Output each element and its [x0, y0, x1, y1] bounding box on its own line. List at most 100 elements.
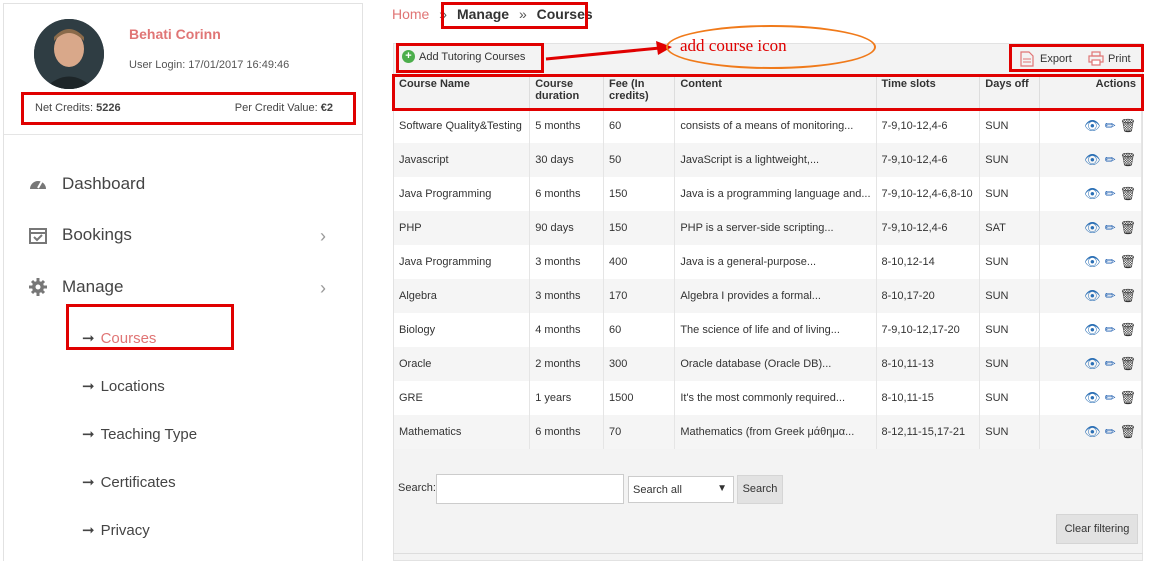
courses-table: Course Name Course duration Fee (In cred…	[394, 76, 1142, 449]
sub-item-locations[interactable]: ➞ Locations	[82, 377, 165, 395]
net-credits: Net Credits: 5226	[35, 102, 121, 114]
delete-icon[interactable]: 🗑	[1119, 322, 1136, 338]
delete-icon[interactable]: 🗑	[1119, 118, 1136, 134]
user-login-time: User Login: 17/01/2017 16:49:46	[129, 59, 290, 71]
profile-panel: Behati Corinn User Login: 17/01/2017 16:…	[4, 4, 362, 132]
cell-content: PHP is a server-side scripting...	[674, 211, 877, 245]
cell-course-name: PHP	[394, 211, 531, 245]
sidebar-item-bookings[interactable]: Bookings	[28, 225, 132, 245]
table-header-highlight-box	[392, 74, 1144, 111]
sidebar: Behati Corinn User Login: 17/01/2017 16:…	[3, 3, 363, 561]
delete-icon[interactable]: 🗑	[1119, 424, 1136, 440]
edit-icon[interactable]: ✏	[1105, 288, 1116, 304]
edit-icon[interactable]: ✏	[1105, 390, 1116, 406]
search-input[interactable]	[436, 474, 624, 504]
table-row: Java Programming 6 months 150 Java is a pro…	[394, 177, 1142, 211]
table-row: Algebra 3 months 170 Algebra I provides a f…	[394, 279, 1142, 313]
delete-icon[interactable]: 🗑	[1119, 254, 1136, 270]
net-credits-label: Net Credits:	[35, 102, 94, 114]
cell-course-name: Biology	[394, 313, 531, 347]
view-icon[interactable]: 👁	[1084, 424, 1101, 440]
table-row: PHP 90 days 150 PHP is a server-side script…	[394, 211, 1142, 245]
delete-icon[interactable]: 🗑	[1119, 220, 1136, 236]
view-icon[interactable]: 👁	[1084, 186, 1101, 202]
view-icon[interactable]: 👁	[1084, 152, 1101, 168]
cell-actions: 👁 ✏ 🗑	[1039, 381, 1142, 415]
cell-days-off: SUN	[979, 313, 1041, 347]
edit-icon[interactable]: ✏	[1105, 118, 1116, 134]
sidebar-item-manage[interactable]: Manage	[28, 277, 123, 297]
cell-duration: 5 months	[529, 109, 604, 143]
edit-icon[interactable]: ✏	[1105, 152, 1116, 168]
cell-course-name: Algebra	[394, 279, 531, 313]
cell-days-off: SAT	[979, 211, 1041, 245]
cell-duration: 6 months	[529, 415, 604, 449]
view-icon[interactable]: 👁	[1084, 356, 1101, 372]
cell-actions: 👁 ✏ 🗑	[1039, 347, 1142, 381]
cell-content: Oracle database (Oracle DB)...	[674, 347, 877, 381]
edit-icon[interactable]: ✏	[1105, 322, 1116, 338]
cell-actions: 👁 ✏ 🗑	[1039, 313, 1142, 347]
table-row: Software Quality&Testing 5 months 60 consi…	[394, 109, 1142, 143]
table-row: Oracle 2 months 300 Oracle database (Oracle…	[394, 347, 1142, 381]
sidebar-item-dashboard[interactable]: Dashboard	[28, 174, 145, 194]
sidebar-item-label: Manage	[62, 277, 124, 296]
annotation-arrow	[545, 41, 672, 61]
view-icon[interactable]: 👁	[1084, 390, 1101, 406]
cell-fee: 1500	[603, 381, 676, 415]
search-label: Search:	[398, 482, 436, 494]
cell-course-name: Mathematics	[394, 415, 531, 449]
search-scope-select[interactable]: Search all ▼	[628, 476, 734, 503]
clear-filtering-button[interactable]: Clear filtering	[1056, 514, 1138, 544]
edit-icon[interactable]: ✏	[1105, 186, 1116, 202]
table-row: Javascript 30 days 50 JavaScript is a light…	[394, 143, 1142, 177]
view-icon[interactable]: 👁	[1084, 220, 1101, 236]
edit-icon[interactable]: ✏	[1105, 220, 1116, 236]
sub-item-certificates[interactable]: ➞ Certificates	[82, 473, 176, 491]
calendar-icon	[28, 225, 48, 245]
view-icon[interactable]: 👁	[1084, 322, 1101, 338]
delete-icon[interactable]: 🗑	[1119, 390, 1136, 406]
cell-days-off: SUN	[979, 245, 1041, 279]
cell-time-slots: 7-9,10-12,4-6	[876, 211, 981, 245]
cell-fee: 60	[603, 109, 676, 143]
delete-icon[interactable]: 🗑	[1119, 186, 1136, 202]
delete-icon[interactable]: 🗑	[1119, 288, 1136, 304]
table-row: Mathematics 6 months 70 Mathematics (from G…	[394, 415, 1142, 449]
cell-duration: 3 months	[529, 245, 604, 279]
export-print-highlight-box	[1009, 44, 1144, 72]
chevron-right-icon: ›	[320, 226, 326, 246]
breadcrumb-home[interactable]: Home	[392, 6, 429, 22]
cell-duration: 4 months	[529, 313, 604, 347]
delete-icon[interactable]: 🗑	[1119, 152, 1136, 168]
table-row: Biology 4 months 60 The science of life and…	[394, 313, 1142, 347]
cell-time-slots: 8-12,11-15,17-21	[876, 415, 981, 449]
cell-actions: 👁 ✏ 🗑	[1039, 245, 1142, 279]
cell-time-slots: 7-9,10-12,4-6,8-10	[876, 177, 981, 211]
edit-icon[interactable]: ✏	[1105, 424, 1116, 440]
view-icon[interactable]: 👁	[1084, 254, 1101, 270]
edit-icon[interactable]: ✏	[1105, 254, 1116, 270]
sub-item-teaching-type[interactable]: ➞ Teaching Type	[82, 425, 197, 443]
cell-duration: 2 months	[529, 347, 604, 381]
cell-content: It's the most commonly required...	[674, 381, 877, 415]
cell-time-slots: 7-9,10-12,4-6	[876, 109, 981, 143]
cell-duration: 3 months	[529, 279, 604, 313]
delete-icon[interactable]: 🗑	[1119, 356, 1136, 372]
view-icon[interactable]: 👁	[1084, 118, 1101, 134]
cell-time-slots: 7-9,10-12,4-6	[876, 143, 981, 177]
view-icon[interactable]: 👁	[1084, 288, 1101, 304]
edit-icon[interactable]: ✏	[1105, 356, 1116, 372]
cell-actions: 👁 ✏ 🗑	[1039, 109, 1142, 143]
sub-item-privacy[interactable]: ➞ Privacy	[82, 521, 150, 539]
cell-time-slots: 8-10,12-14	[876, 245, 981, 279]
cell-content: Java is a general-purpose...	[674, 245, 877, 279]
table-body: Software Quality&Testing 5 months 60 consi…	[394, 109, 1142, 449]
sub-item-label: Courses	[100, 330, 157, 347]
arrow-right-icon: ➞	[82, 378, 95, 395]
sub-item-courses[interactable]: ➞ Courses	[82, 329, 156, 347]
cell-duration: 1 years	[529, 381, 604, 415]
cell-days-off: SUN	[979, 279, 1041, 313]
search-button[interactable]: Search	[737, 475, 783, 504]
cell-fee: 70	[603, 415, 676, 449]
